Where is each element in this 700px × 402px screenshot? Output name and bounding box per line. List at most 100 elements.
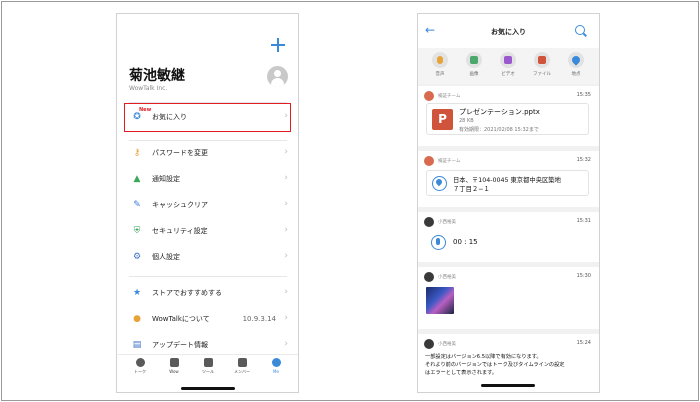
broom-icon: ✎ bbox=[133, 200, 141, 210]
menu-item-recommend[interactable]: ★ ストアでおすすめする › bbox=[117, 280, 298, 306]
sender-name: 小西裕美 bbox=[438, 275, 456, 280]
divider bbox=[129, 276, 287, 277]
user-avatar bbox=[424, 272, 434, 282]
info-icon: ● bbox=[133, 314, 141, 324]
person-icon bbox=[271, 358, 281, 367]
chevron-right-icon: › bbox=[284, 287, 288, 297]
tab-label: トーク bbox=[134, 369, 146, 374]
avatar[interactable] bbox=[267, 66, 288, 87]
timestamp: 15:30 bbox=[576, 273, 591, 279]
tab-talk[interactable]: トーク bbox=[125, 358, 155, 382]
team-avatar bbox=[424, 91, 434, 101]
tab-tools[interactable]: ツール bbox=[193, 358, 223, 382]
image-thumbnail[interactable] bbox=[426, 287, 454, 314]
microphone-icon bbox=[431, 235, 446, 250]
file-name: プレゼンテーション.pptx bbox=[459, 108, 540, 116]
settings-screen: 菊池敏継 WowTalk Inc. ✪ お気に入り › New ⚷ パスワードを… bbox=[116, 13, 299, 393]
chevron-right-icon: › bbox=[284, 225, 288, 235]
address-line: 日本、〒104-0045 東京都中央区築地 bbox=[453, 177, 561, 184]
filter-label: 音声 bbox=[435, 72, 445, 77]
bell-icon: ▲ bbox=[133, 174, 141, 184]
file-size: 28 KB bbox=[459, 118, 474, 124]
menu-item-label: キャッシュクリア bbox=[152, 201, 208, 209]
home-indicator bbox=[481, 384, 535, 387]
favorite-item[interactable]: 小西裕美 15:30 bbox=[418, 267, 599, 329]
favorite-item[interactable]: 小西裕美 15:31 00 : 15 bbox=[418, 212, 599, 262]
shield-icon: ⛨ bbox=[133, 226, 141, 236]
filter-location[interactable]: 地点 bbox=[560, 52, 592, 77]
chevron-right-icon: › bbox=[284, 251, 288, 261]
image-icon bbox=[470, 56, 478, 64]
chevron-right-icon: › bbox=[284, 173, 288, 183]
menu-item-security[interactable]: ⛨ セキュリティ設定 › bbox=[117, 218, 298, 244]
sender-name: 小西裕美 bbox=[438, 220, 456, 225]
filter-label: ビデオ bbox=[501, 72, 515, 77]
location-attachment[interactable]: 日本、〒104-0045 東京都中央区築地 ７丁目２−１ bbox=[426, 170, 589, 196]
add-icon[interactable] bbox=[271, 38, 285, 52]
powerpoint-icon: P bbox=[432, 109, 453, 130]
file-expiry: 有効期限：2021/02/08 15:32まで bbox=[459, 127, 539, 133]
sender-name: 小西裕美 bbox=[438, 342, 456, 347]
user-name: 菊池敏継 bbox=[129, 68, 185, 84]
page-title: お気に入り bbox=[491, 28, 526, 36]
favorite-item[interactable]: 検証チーム 15:35 P プレゼンテーション.pptx 28 KB 有効期限：… bbox=[418, 86, 599, 146]
chevron-right-icon: › bbox=[284, 199, 288, 209]
key-icon: ⚷ bbox=[133, 148, 141, 158]
timestamp: 15:24 bbox=[576, 340, 591, 346]
tab-label: メンバー bbox=[234, 369, 250, 374]
pin-icon bbox=[570, 54, 582, 66]
filter-image[interactable]: 画像 bbox=[458, 52, 490, 77]
menu-item-about[interactable]: ● WowTalkについて 10.9.3.14 › bbox=[117, 306, 298, 332]
filter-label: ファイル bbox=[533, 72, 551, 77]
filter-file[interactable]: ファイル bbox=[526, 52, 558, 77]
sender-name: 検証チーム bbox=[438, 94, 461, 99]
file-icon bbox=[538, 56, 546, 64]
book-icon bbox=[169, 358, 179, 367]
new-badge: New bbox=[139, 107, 152, 113]
timestamp: 15:32 bbox=[576, 157, 591, 163]
filter-label: 地点 bbox=[571, 72, 581, 77]
home-indicator bbox=[181, 387, 235, 390]
header: ← お気に入り bbox=[418, 14, 599, 48]
filter-audio[interactable]: 音声 bbox=[424, 52, 456, 77]
menu-item-label: ストアでおすすめする bbox=[152, 289, 222, 297]
favorite-item[interactable]: 検証チーム 15:32 日本、〒104-0045 東京都中央区築地 ７丁目２−１ bbox=[418, 151, 599, 207]
document-icon: ▤ bbox=[132, 340, 142, 350]
menu-item-personal-settings[interactable]: ⚙ 個人設定 › bbox=[117, 244, 298, 270]
voice-attachment[interactable]: 00 : 15 bbox=[426, 230, 589, 254]
menu-item-label: WowTalkについて bbox=[152, 315, 210, 323]
timestamp: 15:35 bbox=[576, 92, 591, 98]
voice-duration: 00 : 15 bbox=[453, 238, 478, 246]
filter-bar: 音声 画像 ビデオ ファイル 地点 bbox=[418, 48, 599, 84]
tab-me[interactable]: Me bbox=[261, 358, 291, 382]
filter-video[interactable]: ビデオ bbox=[492, 52, 524, 77]
chevron-right-icon: › bbox=[284, 147, 288, 157]
file-attachment[interactable]: P プレゼンテーション.pptx 28 KB 有効期限：2021/02/08 1… bbox=[426, 103, 589, 135]
user-avatar bbox=[424, 217, 434, 227]
menu-item-label: セキュリティ設定 bbox=[152, 227, 208, 235]
menu-item-change-password[interactable]: ⚷ パスワードを変更 › bbox=[117, 140, 298, 166]
tab-members[interactable]: メンバー bbox=[227, 358, 257, 382]
address-line: ７丁目２−１ bbox=[453, 186, 490, 193]
contacts-icon bbox=[237, 358, 247, 367]
chevron-right-icon: › bbox=[284, 339, 288, 349]
menu-item-label: アップデート情報 bbox=[152, 341, 208, 349]
timestamp: 15:31 bbox=[576, 218, 591, 224]
team-avatar bbox=[424, 156, 434, 166]
search-icon[interactable] bbox=[575, 25, 585, 35]
message-text: はエラーとして表示されます。 bbox=[425, 370, 497, 376]
sender-name: 検証チーム bbox=[438, 159, 461, 164]
location-pin-icon bbox=[432, 176, 447, 191]
tab-bar: トーク Wow ツール メンバー Me bbox=[117, 354, 298, 384]
favorites-screen: ← お気に入り 音声 画像 ビデオ ファイル 地点 検証チーム 15:35 P … bbox=[417, 13, 600, 393]
grid-icon bbox=[203, 358, 213, 367]
menu-item-label: 個人設定 bbox=[152, 253, 180, 261]
menu-item-cache-clear[interactable]: ✎ キャッシュクリア › bbox=[117, 192, 298, 218]
message-text: それより前のバージョンではトーク及びタイムラインの設定 bbox=[425, 362, 565, 368]
menu-item-notifications[interactable]: ▲ 通知設定 › bbox=[117, 166, 298, 192]
tab-label: Wow bbox=[169, 369, 179, 374]
tab-wow[interactable]: Wow bbox=[159, 358, 189, 382]
version-value: 10.9.3.14 bbox=[242, 315, 276, 323]
filter-label: 画像 bbox=[469, 72, 479, 77]
chevron-right-icon: › bbox=[284, 313, 288, 323]
